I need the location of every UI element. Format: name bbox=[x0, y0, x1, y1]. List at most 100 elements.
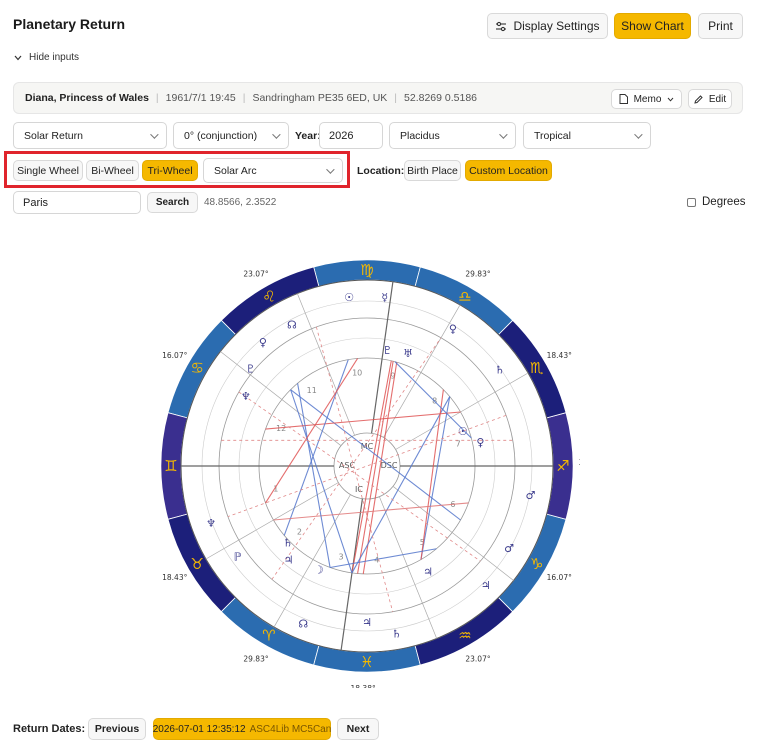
search-button[interactable]: Search bbox=[147, 192, 198, 213]
bi-wheel-button[interactable]: Bi-Wheel bbox=[86, 160, 139, 181]
planet-icon: ♃ bbox=[423, 566, 433, 579]
degree-label: 3.31° bbox=[579, 458, 580, 467]
planet-icon: ♄ bbox=[392, 627, 402, 640]
aspect-line bbox=[297, 383, 331, 568]
house-number: 3 bbox=[339, 552, 344, 561]
planet-icon: ♂ bbox=[526, 489, 536, 502]
memo-dropdown[interactable]: Memo bbox=[611, 89, 682, 109]
next-button[interactable]: Next bbox=[337, 718, 379, 740]
birth-datetime: 1961/7/1 19:45 bbox=[165, 92, 236, 104]
custom-location-button[interactable]: Custom Location bbox=[465, 160, 552, 181]
show-chart-button[interactable]: Show Chart bbox=[614, 13, 691, 39]
birth-place: Sandringham PE35 6ED, UK bbox=[252, 92, 388, 104]
zodiac-sign-icon: ♏ bbox=[530, 359, 544, 377]
planet-icon: ♃ bbox=[481, 579, 491, 592]
planet-icon: ♀ bbox=[259, 336, 267, 349]
tri-wheel-button[interactable]: Tri-Wheel bbox=[142, 160, 198, 181]
planet-icon: ☊ bbox=[287, 319, 297, 332]
chevron-down-icon bbox=[499, 129, 508, 139]
hide-inputs-toggle[interactable]: Hide inputs bbox=[14, 52, 79, 63]
memo-label: Memo bbox=[633, 93, 662, 105]
divider: | bbox=[394, 92, 398, 104]
zodiac-sign-icon: ♊ bbox=[164, 457, 177, 475]
zodiac-sign-icon: ♒ bbox=[458, 627, 471, 645]
planet-icon: ☽ bbox=[314, 563, 324, 576]
chevron-down-icon bbox=[668, 97, 674, 102]
planet-icon: ♄ bbox=[495, 364, 505, 377]
degrees-checkbox[interactable]: Degrees bbox=[687, 196, 745, 208]
aspect-line bbox=[329, 548, 437, 569]
edit-button[interactable]: Edit bbox=[688, 89, 732, 109]
zodiac-sign-icon: ♈ bbox=[262, 627, 275, 645]
city-input[interactable]: Paris bbox=[13, 191, 141, 214]
house-number: 2 bbox=[297, 527, 302, 536]
display-settings-button[interactable]: Display Settings bbox=[487, 13, 608, 39]
year-input[interactable]: 2026 bbox=[319, 122, 383, 149]
single-wheel-button[interactable]: Single Wheel bbox=[13, 160, 83, 181]
previous-button[interactable]: Previous bbox=[88, 718, 146, 740]
display-settings-label: Display Settings bbox=[513, 19, 600, 33]
planet-icon: ☿ bbox=[381, 291, 388, 304]
chevron-down-icon bbox=[326, 164, 335, 174]
zodiac-sign-icon: ♑ bbox=[530, 555, 543, 573]
print-button[interactable]: Print bbox=[698, 13, 743, 39]
degree-label: 18.38° bbox=[358, 248, 383, 249]
divider: | bbox=[155, 92, 159, 104]
chevron-down-icon bbox=[272, 129, 281, 139]
planet-icon: ♀ bbox=[476, 436, 484, 449]
degree-label: 16.07° bbox=[547, 573, 572, 582]
chevron-down-icon bbox=[14, 55, 22, 60]
aspect-select[interactable]: 0° (conjunction) bbox=[173, 122, 289, 149]
progression-select[interactable]: Solar Arc bbox=[203, 158, 343, 183]
return-dates-label: Return Dates: bbox=[13, 723, 86, 735]
planet-icon: ♆ bbox=[241, 390, 251, 403]
zodiac-sign-icon: ♎ bbox=[458, 287, 471, 305]
checkbox-box[interactable] bbox=[687, 197, 696, 207]
aspect-line bbox=[351, 396, 451, 574]
person-name: Diana, Princess of Wales bbox=[25, 92, 149, 104]
planet-icon: ♅ bbox=[403, 347, 413, 360]
tri-wheel-chart: ♍♌♋♊♉♈♓♒♑♐♏♎123456789101112MCASCDSCIC18.… bbox=[160, 248, 580, 688]
degree-label: 18.38° bbox=[351, 684, 376, 688]
degree-label: 23.07° bbox=[243, 270, 268, 279]
edit-label: Edit bbox=[708, 93, 727, 105]
degrees-label: Degrees bbox=[702, 196, 746, 208]
progression-value: Solar Arc bbox=[214, 164, 257, 177]
degree-label: 29.83° bbox=[243, 654, 268, 663]
location-label: Location: bbox=[357, 165, 405, 177]
city-coords: 48.8566, 2.3522 bbox=[204, 197, 277, 208]
return-type-value: Solar Return bbox=[24, 129, 83, 142]
current-return-date[interactable]: 2026-07-01 12:35:12 ASC4Lib MC5Can bbox=[153, 718, 331, 740]
zodiac-sign-icon: ♌ bbox=[262, 287, 275, 305]
zodiac-sign-icon: ♋ bbox=[191, 359, 204, 377]
divider: | bbox=[242, 92, 246, 104]
sliders-icon bbox=[496, 21, 507, 31]
zodiac-sign-icon: ♓ bbox=[360, 653, 373, 671]
planet-icon: ♆ bbox=[206, 517, 216, 530]
birth-coords: 52.8269 0.5186 bbox=[404, 92, 478, 104]
aspect-value: 0° (conjunction) bbox=[184, 129, 258, 142]
document-icon bbox=[619, 94, 628, 104]
aspect-line bbox=[420, 396, 451, 560]
degree-label: 18.43° bbox=[547, 351, 572, 360]
return-date-note: ASC4Lib MC5Can bbox=[249, 723, 332, 735]
planet-icon: ♃ bbox=[362, 616, 372, 629]
degree-label: 23.07° bbox=[465, 654, 490, 663]
degree-label: 18.43° bbox=[162, 573, 187, 582]
planet-icon: ☉ bbox=[344, 291, 354, 304]
house-system-select[interactable]: Placidus bbox=[389, 122, 516, 149]
aspect-line bbox=[273, 502, 469, 521]
planet-icon: ℙ bbox=[234, 551, 242, 564]
house-cusp-line bbox=[340, 498, 364, 651]
zodiac-select[interactable]: Tropical bbox=[523, 122, 651, 149]
zodiac-sign-icon: ♉ bbox=[191, 555, 204, 573]
aspect-line bbox=[238, 391, 481, 562]
planet-icon: ♄ bbox=[283, 536, 293, 549]
return-type-select[interactable]: Solar Return bbox=[13, 122, 167, 149]
hide-inputs-label: Hide inputs bbox=[29, 52, 80, 63]
birth-place-button[interactable]: Birth Place bbox=[404, 160, 461, 181]
planet-icon: ☉ bbox=[458, 425, 468, 438]
chevron-down-icon bbox=[150, 129, 159, 139]
planet-icon: ♀ bbox=[449, 323, 457, 336]
zodiac-sign-icon: ♐ bbox=[556, 457, 569, 475]
